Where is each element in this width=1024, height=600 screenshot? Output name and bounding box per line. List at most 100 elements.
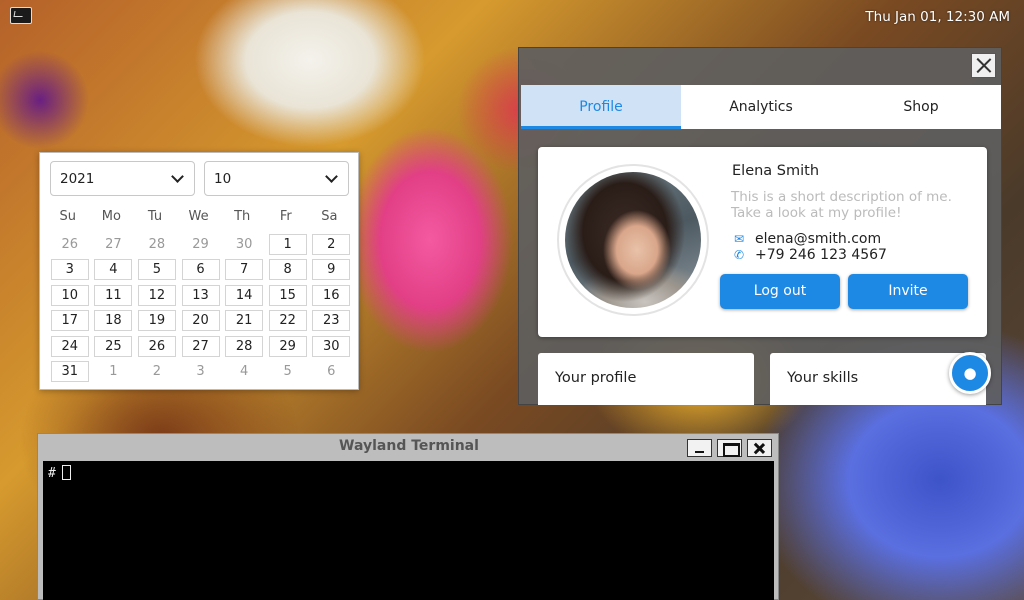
minimize-button[interactable] xyxy=(687,439,712,457)
day-cell[interactable]: 26 xyxy=(135,333,179,358)
profile-description: This is a short description of me. Take … xyxy=(731,189,952,221)
tab-shop[interactable]: Shop xyxy=(841,85,1001,129)
tab-profile[interactable]: Profile xyxy=(521,85,681,129)
window-title: Wayland Terminal xyxy=(339,438,479,454)
email-row: ✉ elena@smith.com xyxy=(731,231,881,247)
day-cell[interactable]: 27 xyxy=(179,333,223,358)
day-cell[interactable]: 8 xyxy=(266,256,310,281)
day-cell[interactable]: 7 xyxy=(222,256,266,281)
day-cell[interactable]: 16 xyxy=(309,282,353,307)
day-cell-outside-month[interactable]: 6 xyxy=(309,358,353,383)
weekday-label: Sa xyxy=(321,209,338,224)
profile-window: Profile Analytics Shop Elena Smith This … xyxy=(518,47,1002,405)
day-cell-outside-month[interactable]: 1 xyxy=(92,358,136,383)
day-cell[interactable]: 24 xyxy=(48,333,92,358)
day-number: 6 xyxy=(327,363,336,379)
week-row: 26 27 28 29 30 1 2 xyxy=(48,231,353,256)
day-cell[interactable]: 18 xyxy=(92,307,136,332)
day-cell[interactable]: 9 xyxy=(309,256,353,281)
week-row: 17 18 19 20 21 22 23 xyxy=(48,307,353,332)
avatar-frame xyxy=(557,164,709,316)
weekday-label: Th xyxy=(234,209,251,224)
invite-button[interactable]: Invite xyxy=(848,274,968,309)
day-number: 16 xyxy=(312,284,351,306)
day-number: 17 xyxy=(50,310,89,332)
day-number: 4 xyxy=(239,363,249,379)
terminal-body[interactable]: # xyxy=(43,461,774,600)
day-cell[interactable]: 22 xyxy=(266,307,310,332)
day-number: 30 xyxy=(312,335,351,357)
day-cell[interactable]: 14 xyxy=(222,282,266,307)
avatar xyxy=(565,172,701,308)
day-cell[interactable]: 13 xyxy=(179,282,223,307)
year-select[interactable]: 2021 xyxy=(50,161,195,196)
day-number: 11 xyxy=(94,284,133,306)
week-row: 3456789 xyxy=(48,256,353,281)
day-cell[interactable]: 6 xyxy=(179,256,223,281)
day-number: 22 xyxy=(268,310,307,332)
day-number: 6 xyxy=(181,259,220,281)
maximize-button[interactable] xyxy=(717,439,742,457)
day-cell-outside-month[interactable]: 28 xyxy=(135,231,179,256)
day-cell-outside-month[interactable]: 26 xyxy=(48,231,92,256)
day-cell[interactable]: 30 xyxy=(309,333,353,358)
day-cell[interactable]: 3 xyxy=(48,256,92,281)
day-cell[interactable]: 5 xyxy=(135,256,179,281)
day-cell-outside-month[interactable]: 5 xyxy=(266,358,310,383)
your-profile-card[interactable]: Your profile xyxy=(538,353,754,405)
day-number: 3 xyxy=(196,363,205,379)
year-value: 2021 xyxy=(60,171,95,187)
day-cell[interactable]: 1 xyxy=(266,231,310,256)
day-cell[interactable]: 2 xyxy=(309,231,353,256)
day-number: 29 xyxy=(268,335,307,357)
tab-analytics[interactable]: Analytics xyxy=(681,85,841,129)
close-window-button[interactable] xyxy=(747,439,772,457)
day-cell[interactable]: 28 xyxy=(222,333,266,358)
day-cell[interactable]: 23 xyxy=(309,307,353,332)
day-cell[interactable]: 21 xyxy=(222,307,266,332)
clock: Thu Jan 01, 12:30 AM xyxy=(865,9,1010,25)
day-number: 31 xyxy=(50,360,89,382)
weekday-label: Fr xyxy=(279,209,292,224)
day-number: 2 xyxy=(152,363,162,379)
day-cell[interactable]: 4 xyxy=(92,256,136,281)
day-cell[interactable]: 17 xyxy=(48,307,92,332)
day-cell[interactable]: 29 xyxy=(266,333,310,358)
day-number: 28 xyxy=(225,335,264,357)
droplet-icon[interactable]: ● xyxy=(949,352,991,394)
day-number: 1 xyxy=(268,234,307,255)
day-cell-outside-month[interactable]: 2 xyxy=(135,358,179,383)
day-cell-outside-month[interactable]: 30 xyxy=(222,231,266,256)
day-cell[interactable]: 10 xyxy=(48,282,92,307)
day-cell-outside-month[interactable]: 4 xyxy=(222,358,266,383)
month-select[interactable]: 10 xyxy=(204,161,349,196)
day-number: 23 xyxy=(312,310,351,332)
logout-button[interactable]: Log out xyxy=(720,274,840,309)
day-cell-outside-month[interactable]: 27 xyxy=(92,231,136,256)
chevron-down-icon xyxy=(171,170,184,183)
day-number: 14 xyxy=(225,284,264,306)
day-number: 26 xyxy=(137,335,176,357)
day-cell-outside-month[interactable]: 29 xyxy=(179,231,223,256)
profile-card: Elena Smith This is a short description … xyxy=(538,147,987,337)
day-number: 19 xyxy=(137,310,176,332)
chevron-down-icon xyxy=(325,170,338,183)
day-number: 1 xyxy=(109,363,118,379)
day-cell[interactable]: 25 xyxy=(92,333,136,358)
day-cell[interactable]: 20 xyxy=(179,307,223,332)
close-button[interactable] xyxy=(971,53,996,78)
day-cell[interactable]: 31 xyxy=(48,358,92,383)
day-number: 15 xyxy=(268,284,307,306)
shell-prompt: # xyxy=(48,466,56,481)
day-number: 4 xyxy=(94,259,133,281)
day-number: 5 xyxy=(137,259,176,281)
terminal-icon[interactable] xyxy=(10,7,32,24)
day-number: 28 xyxy=(148,237,166,252)
day-cell[interactable]: 12 xyxy=(135,282,179,307)
phone-row: ✆ +79 246 123 4567 xyxy=(731,247,887,263)
day-cell-outside-month[interactable]: 3 xyxy=(179,358,223,383)
day-cell[interactable]: 11 xyxy=(92,282,136,307)
day-cell[interactable]: 15 xyxy=(266,282,310,307)
day-cell[interactable]: 19 xyxy=(135,307,179,332)
week-row: 24 25 26 27 28 29 30 xyxy=(48,333,353,358)
